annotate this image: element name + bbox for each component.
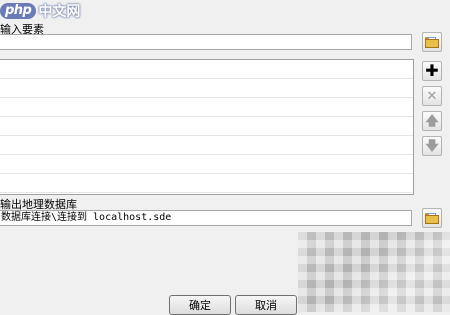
list-row[interactable] [0, 79, 413, 98]
blurred-region [298, 232, 450, 312]
output-geodatabase-field[interactable]: 数据库连接\连接到 localhost.sde [0, 210, 412, 226]
folder-open-icon [425, 213, 439, 224]
arrow-up-icon: 🡅 [425, 115, 438, 128]
move-up-button[interactable]: 🡅 [422, 111, 442, 131]
ok-button[interactable]: 确定 [169, 295, 231, 315]
folder-open-icon [425, 37, 439, 48]
browse-output-button[interactable] [422, 208, 442, 228]
watermark-text: 中文网 [38, 1, 80, 21]
browse-input-button[interactable] [422, 32, 442, 52]
cancel-button[interactable]: 取消 [235, 295, 297, 315]
list-row[interactable] [0, 117, 413, 136]
plus-icon: ✚ [425, 63, 438, 79]
list-row[interactable] [0, 98, 413, 117]
watermark-logo: php 中文网 [0, 0, 86, 22]
list-row[interactable] [0, 155, 413, 174]
arrow-down-icon: 🡇 [425, 140, 438, 153]
list-row[interactable] [0, 60, 413, 79]
x-icon: ✕ [427, 90, 438, 103]
input-features-list[interactable] [0, 59, 414, 195]
move-down-button[interactable]: 🡇 [422, 136, 442, 156]
list-row[interactable] [0, 174, 413, 193]
input-features-field[interactable] [0, 34, 412, 50]
remove-button[interactable]: ✕ [422, 86, 442, 106]
list-row[interactable] [0, 136, 413, 155]
add-button[interactable]: ✚ [422, 61, 442, 81]
watermark-php: php [0, 3, 36, 19]
